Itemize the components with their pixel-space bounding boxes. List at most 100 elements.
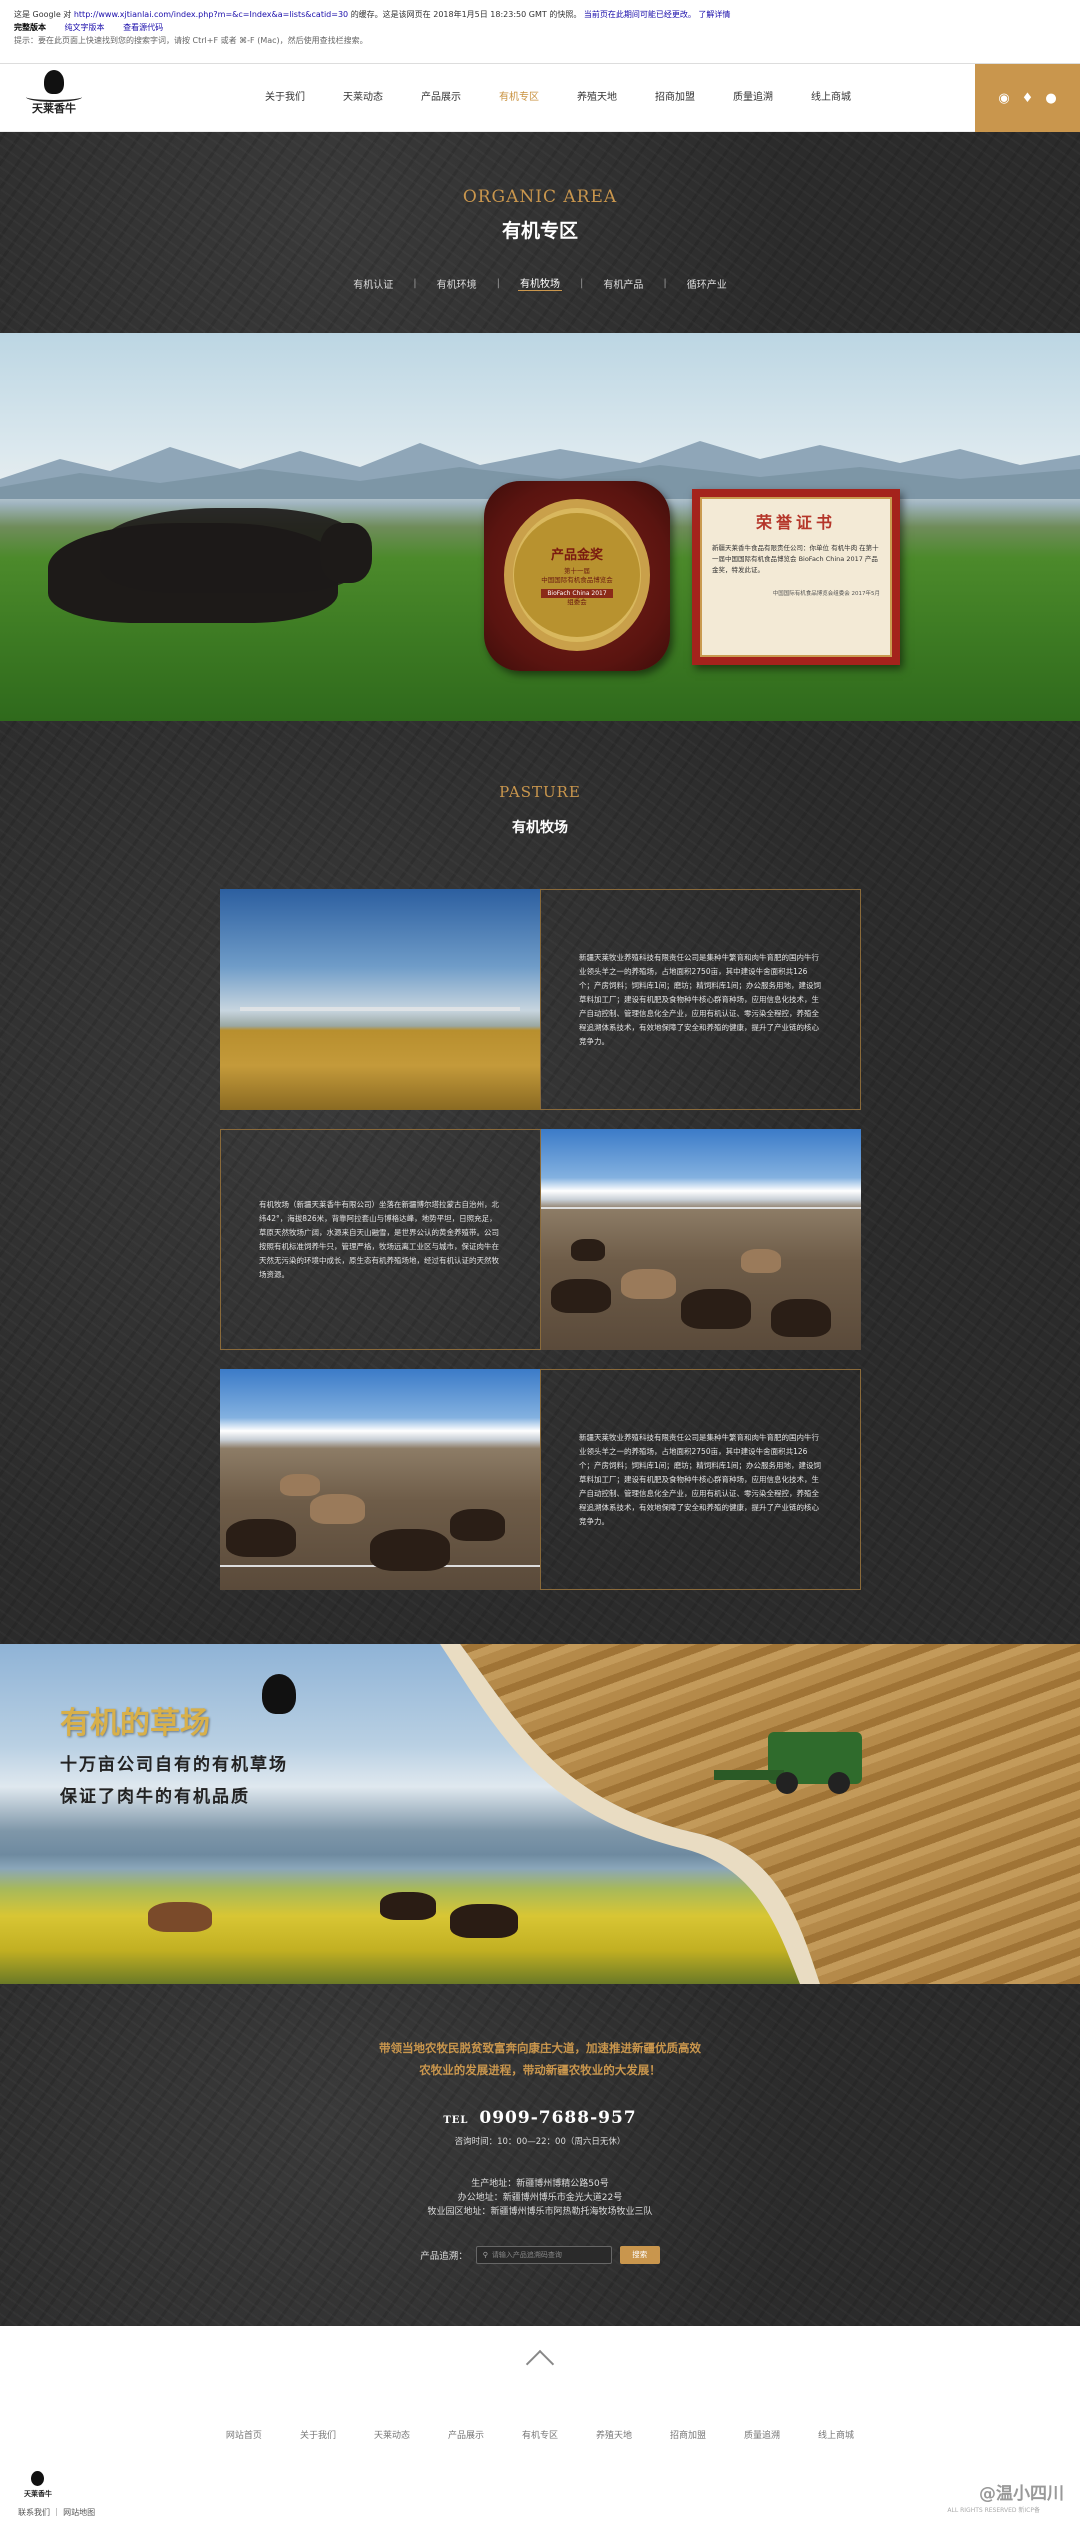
bull-logo-icon — [44, 70, 64, 94]
harvester-head-graphic — [714, 1770, 784, 1780]
bull-logo-icon — [31, 2471, 44, 2486]
nav-item-shop[interactable]: 线上商城 — [811, 64, 851, 132]
back-to-top-icon[interactable] — [525, 2349, 555, 2379]
footer-nav-about[interactable]: 关于我们 — [300, 2428, 336, 2441]
award-plaque: 产品金奖 第十一届 中国国际有机食品博览会 BioFach China 2017… — [484, 481, 670, 671]
bell-icon[interactable]: ♦ — [1022, 91, 1034, 106]
plaque-org: 组委会 — [567, 597, 587, 606]
search-icon: ⚲ — [482, 2251, 488, 2259]
trace-input[interactable]: ⚲ 请输入产品追溯码查询 — [475, 2246, 612, 2264]
cow-graphic — [380, 1892, 436, 1920]
subnav-separator: | — [663, 277, 667, 289]
section-en-title: ORGANIC AREA — [462, 187, 618, 207]
pasture-en-title: PASTURE — [499, 783, 581, 801]
tel-value: 0909-7688-957 — [479, 2108, 637, 2128]
footer-base: 天莱香牛 联系我们 ｜ 网站地图 @温小四川 ALL RIGHTS RESERV… — [0, 2467, 1080, 2531]
cache-tip: 提示：要在此页面上快速找到您的搜索字词，请按 Ctrl+F 或者 ⌘-F (Ma… — [14, 36, 368, 45]
cache-info-line: 这是 Google 对 http://www.xjtianlai.com/ind… — [14, 8, 1066, 21]
pasture-cn-title: 有机牧场 — [512, 820, 568, 836]
pasture-card-text: 有机牧场（新疆天莱香牛有限公司）坐落在新疆博尔塔拉蒙古自治州，北纬42°，海拔8… — [220, 1129, 541, 1350]
hero-image: 产品金奖 第十一届 中国国际有机食品博览会 BioFach China 2017… — [0, 333, 1080, 721]
cache-version-row: 完整版本 纯文字版本 查看源代码 — [14, 21, 1066, 34]
herd-photo — [220, 1369, 540, 1590]
footer-logo-text: 天莱香牛 — [24, 2490, 52, 2498]
cache-url-link[interactable]: http://www.xjtianlai.com/index.php?m=&c=… — [74, 10, 348, 19]
subnav-environment[interactable]: 有机环境 — [435, 276, 479, 291]
footer-nav-traceability[interactable]: 质量追溯 — [744, 2428, 780, 2441]
plaque-line2: 中国国际有机食品博览会 — [541, 575, 613, 584]
steppe-photo — [220, 889, 540, 1110]
plaque-strip: BioFach China 2017 — [541, 588, 613, 598]
cache-note-link[interactable]: 当前页在此期间可能已经更改。 — [584, 10, 696, 19]
distant-buildings-graphic — [240, 1007, 520, 1011]
plaque-title: 产品金奖 — [550, 547, 603, 563]
footer-nav-organic[interactable]: 有机专区 — [522, 2428, 558, 2441]
wechat-icon[interactable]: ● — [1045, 91, 1056, 106]
section-banner: ORGANIC AREA 有机专区 有机认证 | 有机环境 | 有机牧场 | 有… — [0, 132, 1080, 333]
nav-item-news[interactable]: 天莱动态 — [343, 64, 383, 132]
phone-number: TEL 0909-7688-957 — [0, 2108, 1080, 2128]
text-only-link[interactable]: 纯文字版本 — [65, 23, 105, 32]
nav-item-about[interactable]: 关于我们 — [265, 64, 305, 132]
subnav-circular-industry[interactable]: 循环产业 — [685, 276, 729, 291]
trace-placeholder: 请输入产品追溯码查询 — [491, 2251, 562, 2259]
bull-logo-icon — [262, 1674, 296, 1714]
contact-section: 带领当地农牧民脱贫致富奔向康庄大道，加速推进新疆优质高效 农牧业的发展进程，带动… — [0, 1984, 1080, 2326]
trace-search-button[interactable]: 搜索 — [619, 2246, 660, 2264]
cache-suffix: 的缓存。这是该网页在 2018年1月5日 18:23:50 GMT 的快照。 — [350, 10, 582, 19]
footer-nav: 网站首页 关于我们 天莱动态 产品展示 有机专区 养殖天地 招商加盟 质量追溯 … — [0, 2428, 1080, 2441]
subnav-separator: | — [413, 277, 417, 289]
cow-graphic — [450, 1904, 518, 1938]
nav-item-products[interactable]: 产品展示 — [421, 64, 461, 132]
social-bar: ◉ ♦ ● — [975, 64, 1080, 132]
copyright-text: ALL RIGHTS RESERVED 新ICP备 — [947, 2507, 1040, 2514]
cattle-graphic — [226, 1519, 296, 1557]
footer-logo[interactable]: 天莱香牛 — [18, 2471, 58, 2505]
footer-nav-shop[interactable]: 线上商城 — [818, 2428, 854, 2441]
slogan-line1: 带领当地农牧民脱贫致富奔向康庄大道，加速推进新疆优质高效 — [379, 2041, 701, 2055]
cache-learn-more-link[interactable]: 了解详情 — [698, 10, 730, 19]
weibo-icon[interactable]: ◉ — [998, 91, 1009, 106]
cattle-graphic — [621, 1269, 676, 1299]
footer-nav-breeding[interactable]: 养殖天地 — [596, 2428, 632, 2441]
trace-label: 产品追溯： — [420, 2251, 468, 2262]
footer-nav-home[interactable]: 网站首页 — [226, 2428, 262, 2441]
nav-item-traceability[interactable]: 质量追溯 — [733, 64, 773, 132]
subnav-products[interactable]: 有机产品 — [601, 276, 645, 291]
pasture-card: 有机牧场（新疆天莱香牛有限公司）坐落在新疆博尔塔拉蒙古自治州，北纬42°，海拔8… — [220, 1129, 861, 1350]
wheel-graphic — [828, 1772, 850, 1794]
cache-bar: 这是 Google 对 http://www.xjtianlai.com/ind… — [0, 0, 1080, 64]
wheat-field-graphic — [440, 1644, 1080, 1984]
production-address: 生产地址：新疆博州博精公路50号 — [471, 2179, 609, 2189]
honor-certificate: 荣誉证书 新疆天莱香牛食品有限责任公司：你单位 有机牛肉 在第十一届中国国际有机… — [692, 489, 900, 665]
main-nav: 关于我们 天莱动态 产品展示 有机专区 养殖天地 招商加盟 质量追溯 线上商城 — [265, 64, 889, 132]
pasture-card-text: 新疆天莱牧业养殖科技有限责任公司是集种牛繁育和肉牛育肥的国内牛行业领头羊之一的养… — [540, 1369, 861, 1590]
weibo-watermark: @温小四川 — [979, 2484, 1064, 2504]
cattle-graphic — [771, 1299, 831, 1337]
pasture-card-text: 新疆天莱牧业养殖科技有限责任公司是集种牛繁育和肉牛育肥的国内牛行业领头羊之一的养… — [540, 889, 861, 1110]
cattle-graphic — [280, 1474, 320, 1496]
pasture-card: 新疆天莱牧业养殖科技有限责任公司是集种牛繁育和肉牛育肥的国内牛行业领头羊之一的养… — [220, 889, 861, 1110]
organic-grassland-banner: 有机的草场 十万亩公司自有的有机草场 保证了肉牛的有机品质 — [0, 1644, 1080, 1984]
footer-nav-news[interactable]: 天莱动态 — [374, 2428, 410, 2441]
subnav-pasture[interactable]: 有机牧场 — [518, 275, 562, 291]
cattle-graphic — [571, 1239, 605, 1261]
site-logo[interactable]: 天莱香牛 — [22, 70, 86, 126]
footer-nav-franchise[interactable]: 招商加盟 — [670, 2428, 706, 2441]
service-hours: 咨询时间：10：00—22：00（周六日无休） — [454, 2137, 626, 2147]
view-source-link[interactable]: 查看源代码 — [123, 23, 163, 32]
bottom-footer: 网站首页 关于我们 天莱动态 产品展示 有机专区 养殖天地 招商加盟 质量追溯 … — [0, 2326, 1080, 2488]
site-header: 天莱香牛 关于我们 天莱动态 产品展示 有机专区 养殖天地 招商加盟 质量追溯 … — [0, 64, 1080, 132]
subnav-separator: | — [496, 277, 500, 289]
nav-item-organic[interactable]: 有机专区 — [499, 64, 539, 132]
footer-nav-products[interactable]: 产品展示 — [448, 2428, 484, 2441]
pasture-section: PASTURE 有机牧场 新疆天莱牧业养殖科技有限责任公司是集种牛繁育和肉牛育肥… — [0, 721, 1080, 1644]
subnav-certification[interactable]: 有机认证 — [351, 276, 395, 291]
tel-label: TEL — [443, 2115, 469, 2126]
wheel-graphic — [776, 1772, 798, 1794]
sub-nav: 有机认证 | 有机环境 | 有机牧场 | 有机产品 | 循环产业 — [0, 275, 1080, 291]
nav-item-franchise[interactable]: 招商加盟 — [655, 64, 695, 132]
nav-item-breeding[interactable]: 养殖天地 — [577, 64, 617, 132]
footer-links[interactable]: 联系我们 ｜ 网站地图 — [18, 2507, 95, 2518]
promo-title: 有机的草场 — [60, 1706, 210, 1741]
